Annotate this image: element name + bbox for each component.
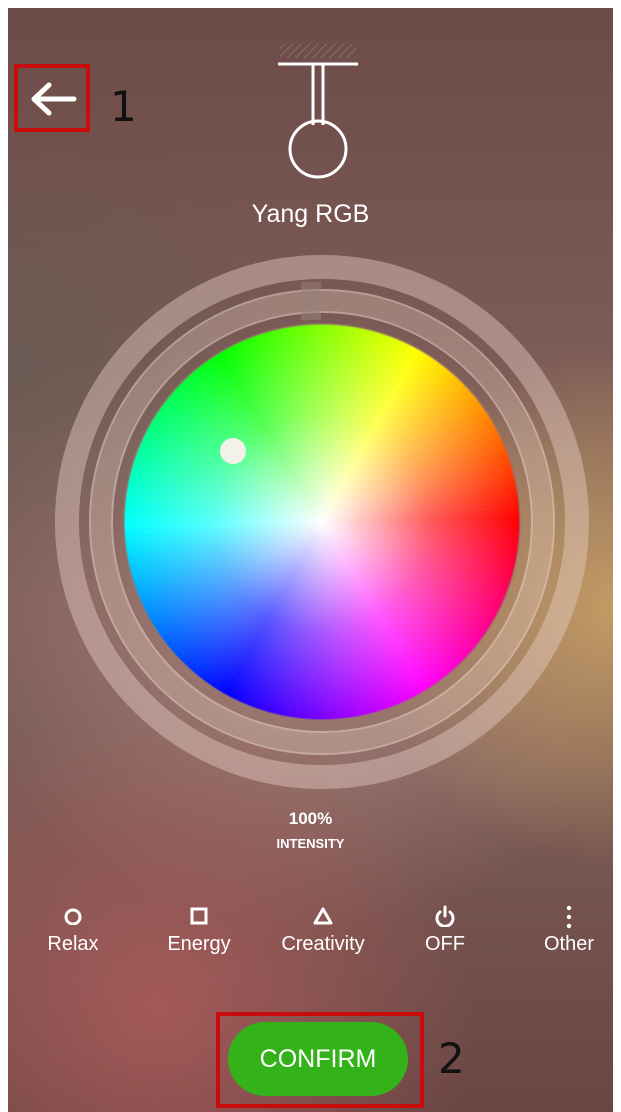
mode-label: Creativity [281,933,365,955]
mode-label: Other [543,933,595,955]
mode-creativity-button[interactable]: Creativity [268,905,378,956]
power-icon [390,905,500,931]
more-vertical-icon [514,905,621,931]
mode-label: Energy [167,933,231,955]
hue-wheel[interactable] [124,323,520,720]
confirm-button[interactable]: CONFIRM [228,1022,408,1096]
mode-label: OFF [425,933,465,955]
mode-off-button[interactable]: OFF [390,905,500,956]
mode-other-button[interactable]: Other [514,905,621,956]
mode-label: Relax [47,933,99,955]
circle-icon [18,905,128,931]
square-icon [144,905,254,931]
intensity-label: INTENSITY [276,836,345,851]
intensity-value: 100% [288,809,333,828]
annotation-marker-2: 2 [438,1034,465,1083]
color-selector-handle[interactable] [220,438,246,464]
mode-relax-button[interactable]: Relax [18,905,128,956]
intensity-slider-thumb[interactable] [301,282,321,320]
mode-energy-button[interactable]: Energy [144,905,254,956]
triangle-icon [268,905,378,931]
